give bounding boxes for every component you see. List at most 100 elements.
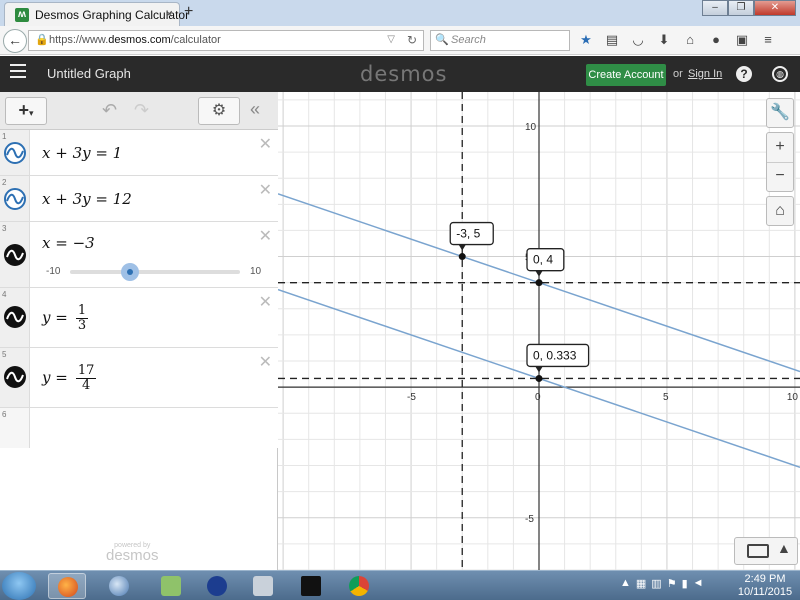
bookmarks-list-icon[interactable]: ▤ bbox=[602, 30, 622, 50]
point-label-pointer bbox=[458, 244, 467, 251]
expression-row[interactable]: 1 x + 3y = 1 ✕ bbox=[0, 130, 278, 176]
extension-icon[interactable]: ▣ bbox=[732, 30, 752, 50]
tray-expand-icon[interactable]: ▲ bbox=[620, 577, 631, 590]
windows-taskbar: ▲ ▦ ▥ ⚑ ▮ ◄ 2:49 PM 10/11/2015 bbox=[0, 570, 800, 600]
expression-row[interactable]: 4 y = 1 3 ✕ bbox=[0, 288, 278, 348]
reload-icon[interactable]: ↻ bbox=[407, 33, 417, 47]
y-tick-label: -5 bbox=[525, 514, 534, 525]
expression-index: 4 bbox=[2, 290, 7, 299]
graph-curve-icon[interactable] bbox=[4, 142, 26, 164]
search-input[interactable]: 🔍 Search bbox=[430, 30, 570, 51]
thunderbird-taskbar-icon[interactable] bbox=[100, 573, 138, 599]
home-icon[interactable]: ⌂ bbox=[680, 30, 700, 50]
taskbar-clock[interactable]: 2:49 PM 10/11/2015 bbox=[736, 573, 794, 599]
tray-network-icon[interactable]: ▥ bbox=[651, 577, 661, 590]
empty-expression-row[interactable]: 6 bbox=[0, 408, 278, 448]
back-arrow-icon[interactable]: ← bbox=[3, 29, 27, 53]
point-label-pointer bbox=[535, 270, 543, 277]
slider-handle[interactable] bbox=[120, 263, 139, 281]
slider-track[interactable] bbox=[70, 263, 240, 281]
expression-latex[interactable]: x + 3y = 1 bbox=[42, 144, 122, 162]
navigation-bar: ← 🔒 https://www.desmos.com/calculator ▽ … bbox=[0, 26, 800, 55]
settings-gear-icon[interactable]: ⚙ bbox=[198, 97, 240, 125]
expression-latex[interactable]: x = −3 bbox=[42, 234, 95, 252]
fraction: 17 4 bbox=[75, 363, 97, 393]
delete-expression-icon[interactable]: ✕ bbox=[259, 226, 272, 246]
expression-latex[interactable]: y = 17 4 bbox=[42, 363, 97, 393]
delete-expression-icon[interactable]: ✕ bbox=[259, 180, 272, 200]
wrench-icon[interactable]: 🔧 bbox=[766, 98, 794, 128]
zoom-in-icon[interactable]: + bbox=[767, 133, 793, 163]
hamburger-menu-icon[interactable] bbox=[10, 64, 26, 82]
folder-taskbar-icon[interactable] bbox=[152, 573, 190, 599]
desmos-favicon-icon: ʍ bbox=[15, 8, 29, 22]
chat-icon[interactable]: ● bbox=[706, 30, 726, 50]
point-label-text: 0, 0.333 bbox=[533, 348, 577, 362]
delete-expression-icon[interactable]: ✕ bbox=[259, 134, 272, 154]
intersection-point bbox=[458, 253, 466, 261]
keypad-toggle-button[interactable]: ▲ bbox=[734, 537, 798, 565]
chrome-taskbar-icon[interactable] bbox=[340, 573, 378, 599]
expression-row[interactable]: 2 x + 3y = 12 ✕ bbox=[0, 176, 278, 222]
undo-icon[interactable]: ↶ bbox=[102, 100, 117, 121]
graph-curve-icon[interactable] bbox=[4, 306, 26, 328]
tab-close-icon[interactable]: × bbox=[165, 6, 173, 21]
collapse-panel-icon[interactable]: « bbox=[250, 99, 260, 120]
fraction: 13 bbox=[75, 303, 89, 333]
point-label-pointer bbox=[535, 365, 543, 373]
start-button-icon[interactable] bbox=[2, 572, 36, 600]
tray-volume-icon[interactable]: ◄ bbox=[693, 577, 704, 590]
tray-flag-icon[interactable]: ⚑ bbox=[667, 577, 677, 590]
point-label-text: -3, 5 bbox=[456, 227, 480, 241]
home-view-icon[interactable]: ⌂ bbox=[766, 196, 794, 226]
window-close-icon[interactable]: ✕ bbox=[754, 0, 796, 16]
graph-canvas[interactable]: -50510105-5-3, 50, 40, 0.333 bbox=[278, 92, 800, 570]
menu-icon[interactable]: ≡ bbox=[758, 30, 778, 50]
pocket-icon[interactable]: ◡ bbox=[628, 30, 648, 50]
bookmark-star-icon[interactable]: ★ bbox=[576, 30, 596, 50]
slider-max-label[interactable]: 10 bbox=[250, 266, 261, 277]
add-item-button[interactable]: +▾ bbox=[5, 97, 47, 125]
graph-curve-icon[interactable] bbox=[4, 244, 26, 266]
help-icon[interactable]: ? bbox=[736, 66, 752, 82]
new-tab-button[interactable]: + bbox=[184, 3, 193, 21]
app-taskbar-icon[interactable] bbox=[198, 573, 236, 599]
browser-tab[interactable]: ʍ Desmos Graphing Calculator × bbox=[4, 2, 189, 26]
command-prompt-taskbar-icon[interactable] bbox=[292, 573, 330, 599]
graph-title[interactable]: Untitled Graph bbox=[47, 66, 131, 81]
tool-taskbar-icon[interactable] bbox=[244, 573, 282, 599]
point-label-text: 0, 4 bbox=[533, 253, 553, 267]
url-dropdown-icon[interactable]: ▽ bbox=[387, 34, 395, 45]
expression-latex[interactable]: x + 3y = 12 bbox=[42, 190, 132, 208]
clock-time: 2:49 PM bbox=[744, 573, 786, 585]
expression-latex[interactable]: y = 1 3 bbox=[42, 303, 89, 333]
expression-row[interactable]: 3 x = −3 -10 10 ✕ bbox=[0, 222, 278, 288]
url-text: https://www.desmos.com/calculator bbox=[49, 34, 221, 46]
expression-gutter: 1 bbox=[0, 130, 30, 175]
firefox-taskbar-icon[interactable] bbox=[48, 573, 86, 599]
graph-curve-icon[interactable] bbox=[4, 366, 26, 388]
expression-row[interactable]: 5 y = 17 4 ✕ bbox=[0, 348, 278, 408]
desmos-header: Untitled Graph desmos Create Account or … bbox=[0, 56, 800, 92]
intersection-point bbox=[535, 374, 543, 382]
redo-icon[interactable]: ↷ bbox=[134, 100, 149, 121]
graph-curve-icon[interactable] bbox=[4, 188, 26, 210]
minimize-icon[interactable]: – bbox=[702, 0, 728, 16]
point-label: 0, 0.333 bbox=[526, 343, 590, 373]
graph-svg[interactable]: -50510105-5-3, 50, 40, 0.333 bbox=[278, 92, 800, 570]
browser-tab-bar: ʍ Desmos Graphing Calculator × + – ❐ ✕ bbox=[0, 0, 800, 26]
globe-icon[interactable]: ◍ bbox=[772, 66, 788, 82]
download-icon[interactable]: ⬇ bbox=[654, 30, 674, 50]
restore-icon[interactable]: ❐ bbox=[728, 0, 754, 16]
create-account-button[interactable]: Create Account bbox=[586, 64, 666, 86]
sign-in-link[interactable]: Sign In bbox=[688, 68, 722, 80]
tray-power-icon[interactable]: ▮ bbox=[682, 577, 688, 590]
url-bar[interactable]: 🔒 https://www.desmos.com/calculator ▽ ↻ bbox=[28, 30, 424, 51]
point-label: -3, 5 bbox=[449, 221, 494, 251]
window-controls: – ❐ ✕ bbox=[702, 0, 796, 16]
tray-app-icon[interactable]: ▦ bbox=[636, 577, 646, 590]
slider-min-label[interactable]: -10 bbox=[46, 266, 60, 277]
zoom-out-icon[interactable]: − bbox=[767, 163, 793, 191]
delete-expression-icon[interactable]: ✕ bbox=[259, 352, 272, 372]
delete-expression-icon[interactable]: ✕ bbox=[259, 292, 272, 312]
